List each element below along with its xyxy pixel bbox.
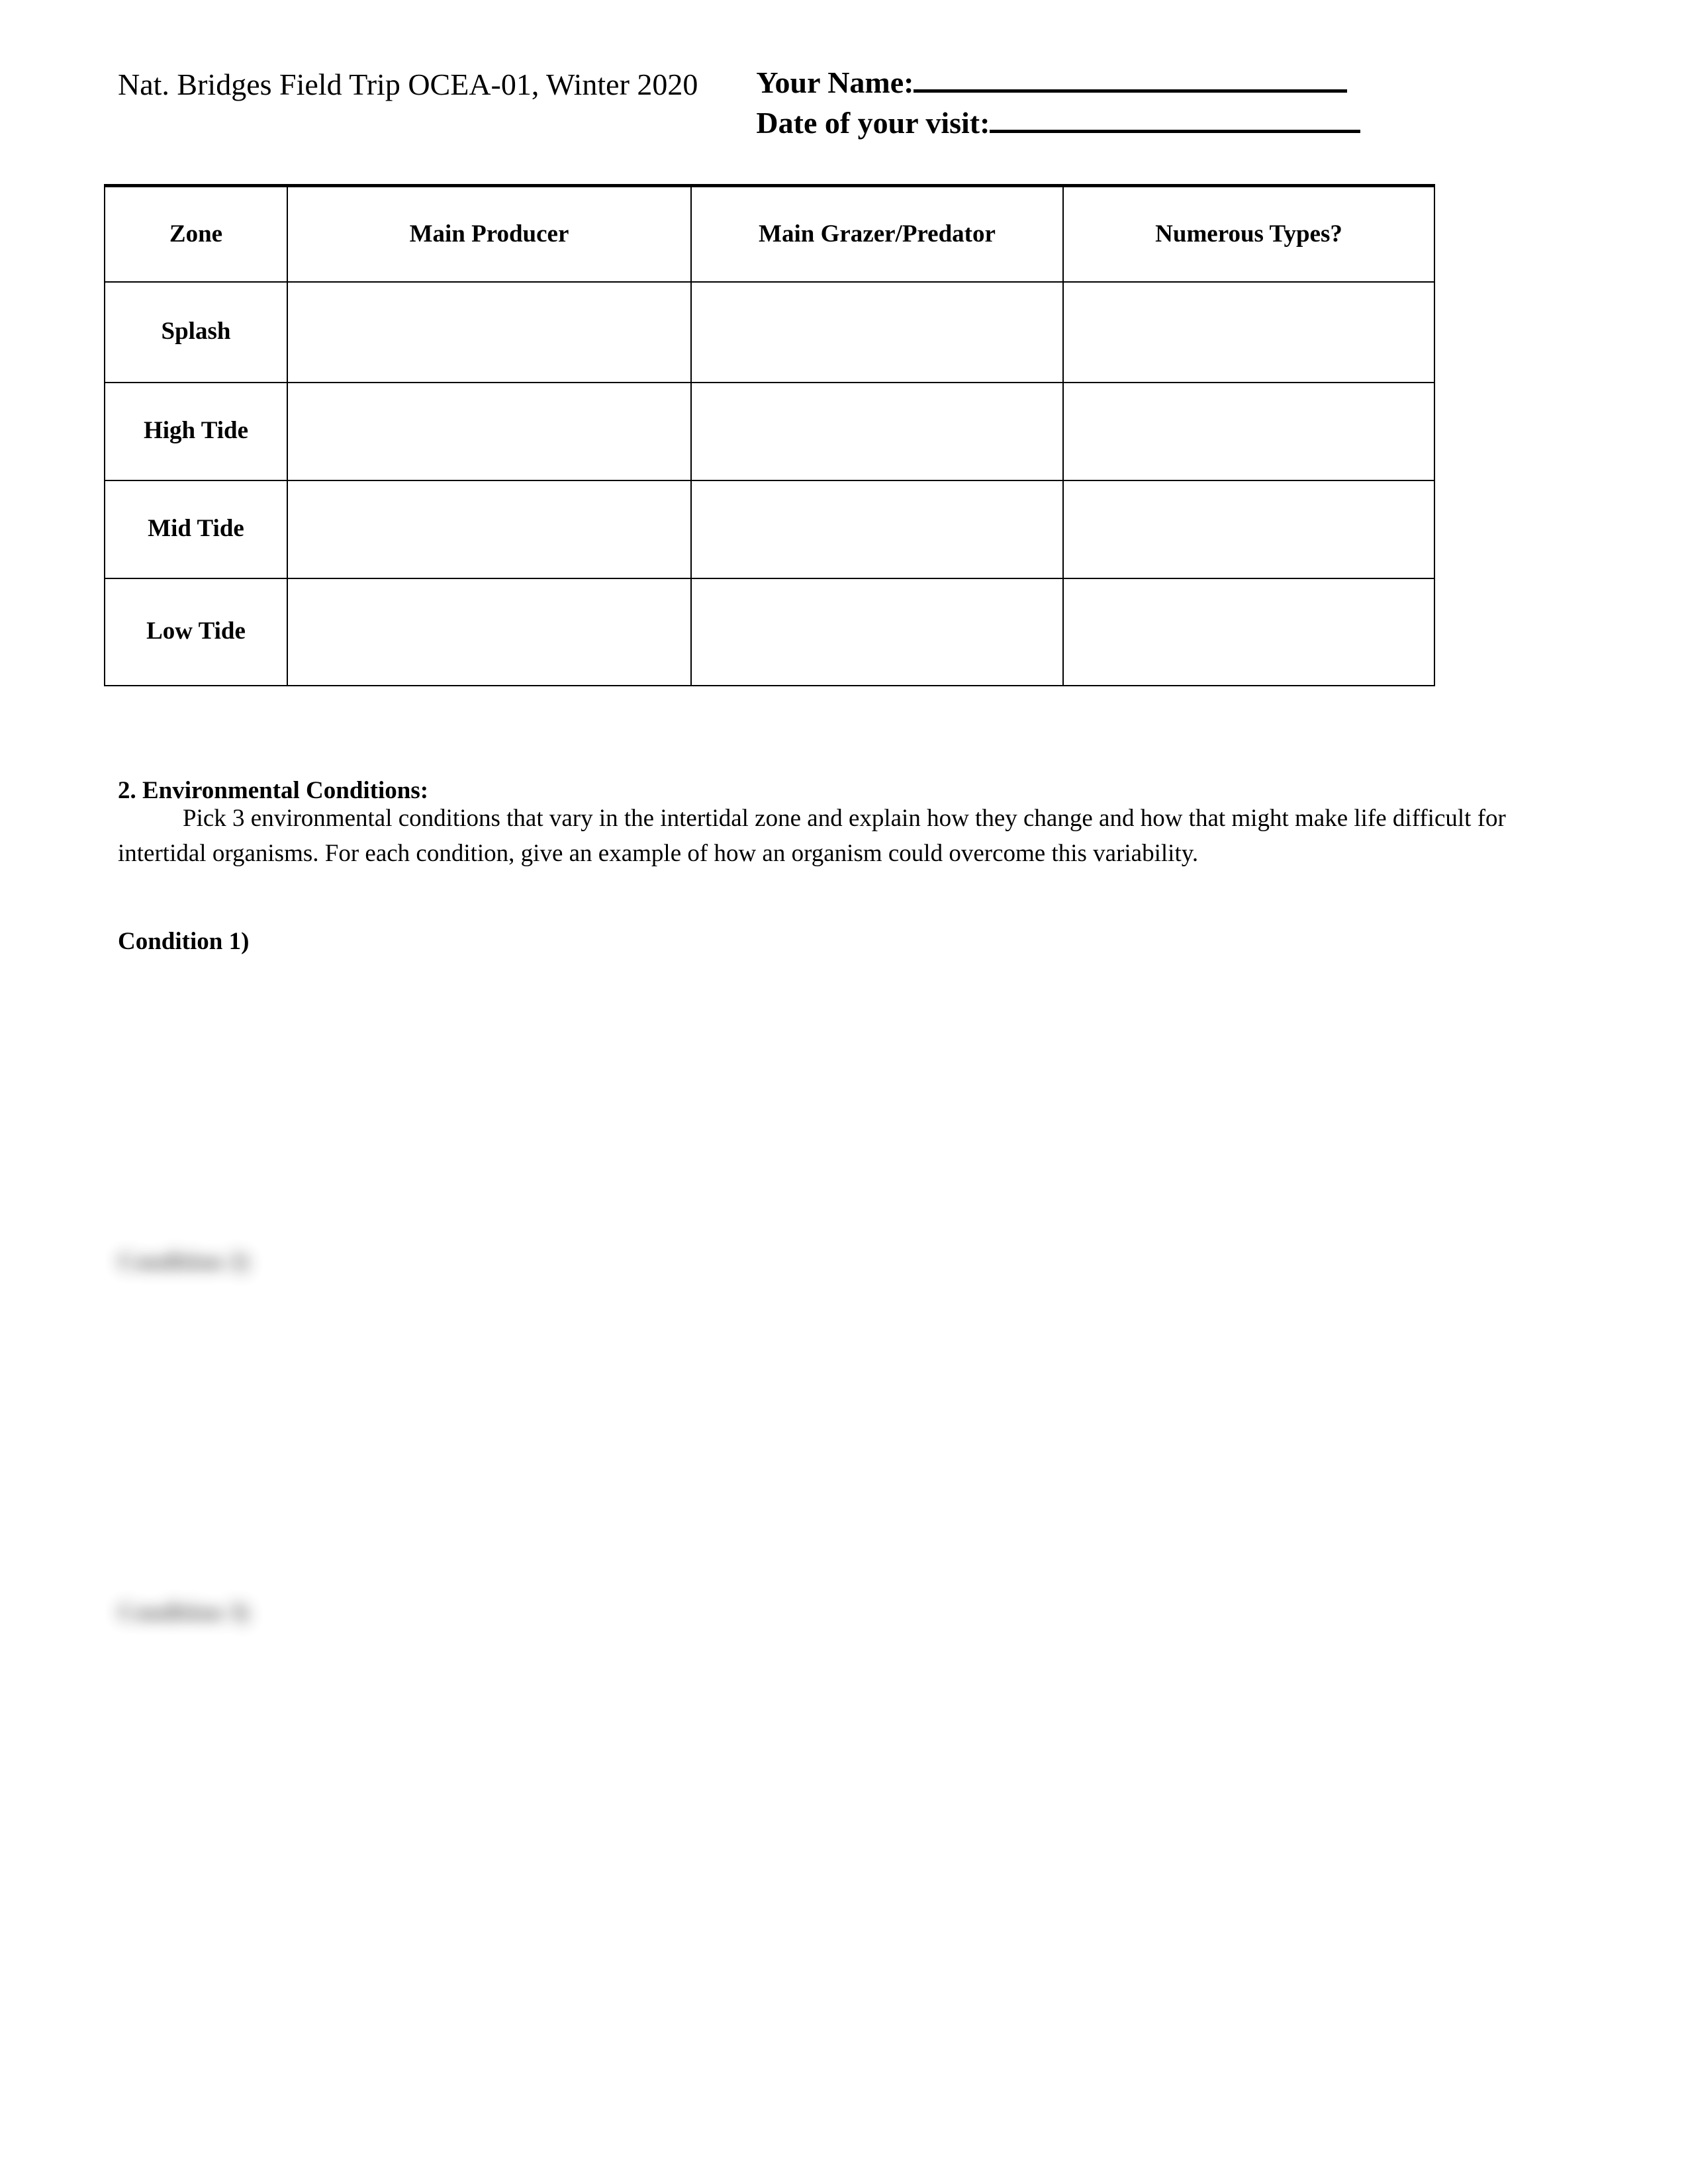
cell-splash-main-grazer-predator[interactable] [690,281,1064,383]
section-2-instructions: Pick 3 environmental conditions that var… [118,801,1533,872]
row-label-splash-text: Splash [161,318,231,345]
column-header-zone-label: Zone [169,220,223,248]
cell-splash-numerous-types[interactable] [1062,281,1435,383]
table-row: Low Tide [104,577,1435,686]
row-label-high-tide-text: High Tide [143,417,248,445]
row-label-mid-tide-text: Mid Tide [148,515,244,543]
cell-mid-tide-main-producer[interactable] [287,479,692,579]
column-header-main-grazer-predator-label: Main Grazer/Predator [759,220,996,248]
intertidal-zone-table: Zone Main Producer Main Grazer/Predator … [104,184,1435,686]
table-row: Splash [104,281,1435,383]
cell-high-tide-main-producer[interactable] [287,381,692,481]
date-field-row: Date of your visit: [756,103,1361,144]
cell-splash-main-producer[interactable] [287,281,692,383]
condition-1-heading: Condition 1) [118,928,250,955]
column-header-numerous-types-label: Numerous Types? [1155,220,1342,248]
cell-high-tide-numerous-types[interactable] [1062,381,1435,481]
name-field-label: Your Name: [756,66,914,99]
section-2-instructions-text: Pick 3 environmental conditions that var… [118,805,1506,868]
row-label-mid-tide: Mid Tide [104,479,288,579]
row-label-splash: Splash [104,281,288,383]
course-title: Nat. Bridges Field Trip OCEA-01, Winter … [118,68,698,101]
column-header-zone: Zone [104,184,288,283]
cell-mid-tide-numerous-types[interactable] [1062,479,1435,579]
table-row: High Tide [104,381,1435,481]
condition-2-heading-blurred: Condition 2) [118,1248,250,1275]
date-field-label: Date of your visit: [756,105,990,140]
cell-mid-tide-main-grazer-predator[interactable] [690,479,1064,579]
name-field-row: Your Name: [756,63,1360,103]
page-header: Nat. Bridges Field Trip OCEA-01, Winter … [118,63,1548,143]
column-header-main-producer-label: Main Producer [409,220,569,248]
date-input-rule[interactable] [990,129,1361,133]
column-header-numerous-types: Numerous Types? [1062,184,1435,283]
condition-3-heading-blurred: Condition 3) [118,1599,250,1626]
worksheet-page: Nat. Bridges Field Trip OCEA-01, Winter … [0,0,1688,2184]
row-label-low-tide-text: Low Tide [146,617,246,645]
table-row: Mid Tide [104,479,1435,579]
row-label-high-tide: High Tide [104,381,288,481]
column-header-main-producer: Main Producer [287,184,692,283]
name-input-rule[interactable] [914,89,1348,93]
cell-low-tide-main-grazer-predator[interactable] [690,577,1064,686]
table-header-row: Zone Main Producer Main Grazer/Predator … [104,184,1435,283]
cell-high-tide-main-grazer-predator[interactable] [690,381,1064,481]
row-label-low-tide: Low Tide [104,577,288,686]
cell-low-tide-numerous-types[interactable] [1062,577,1435,686]
cell-low-tide-main-producer[interactable] [287,577,692,686]
column-header-main-grazer-predator: Main Grazer/Predator [690,184,1064,283]
student-fields: Your Name: Date of your visit: [756,63,1361,144]
